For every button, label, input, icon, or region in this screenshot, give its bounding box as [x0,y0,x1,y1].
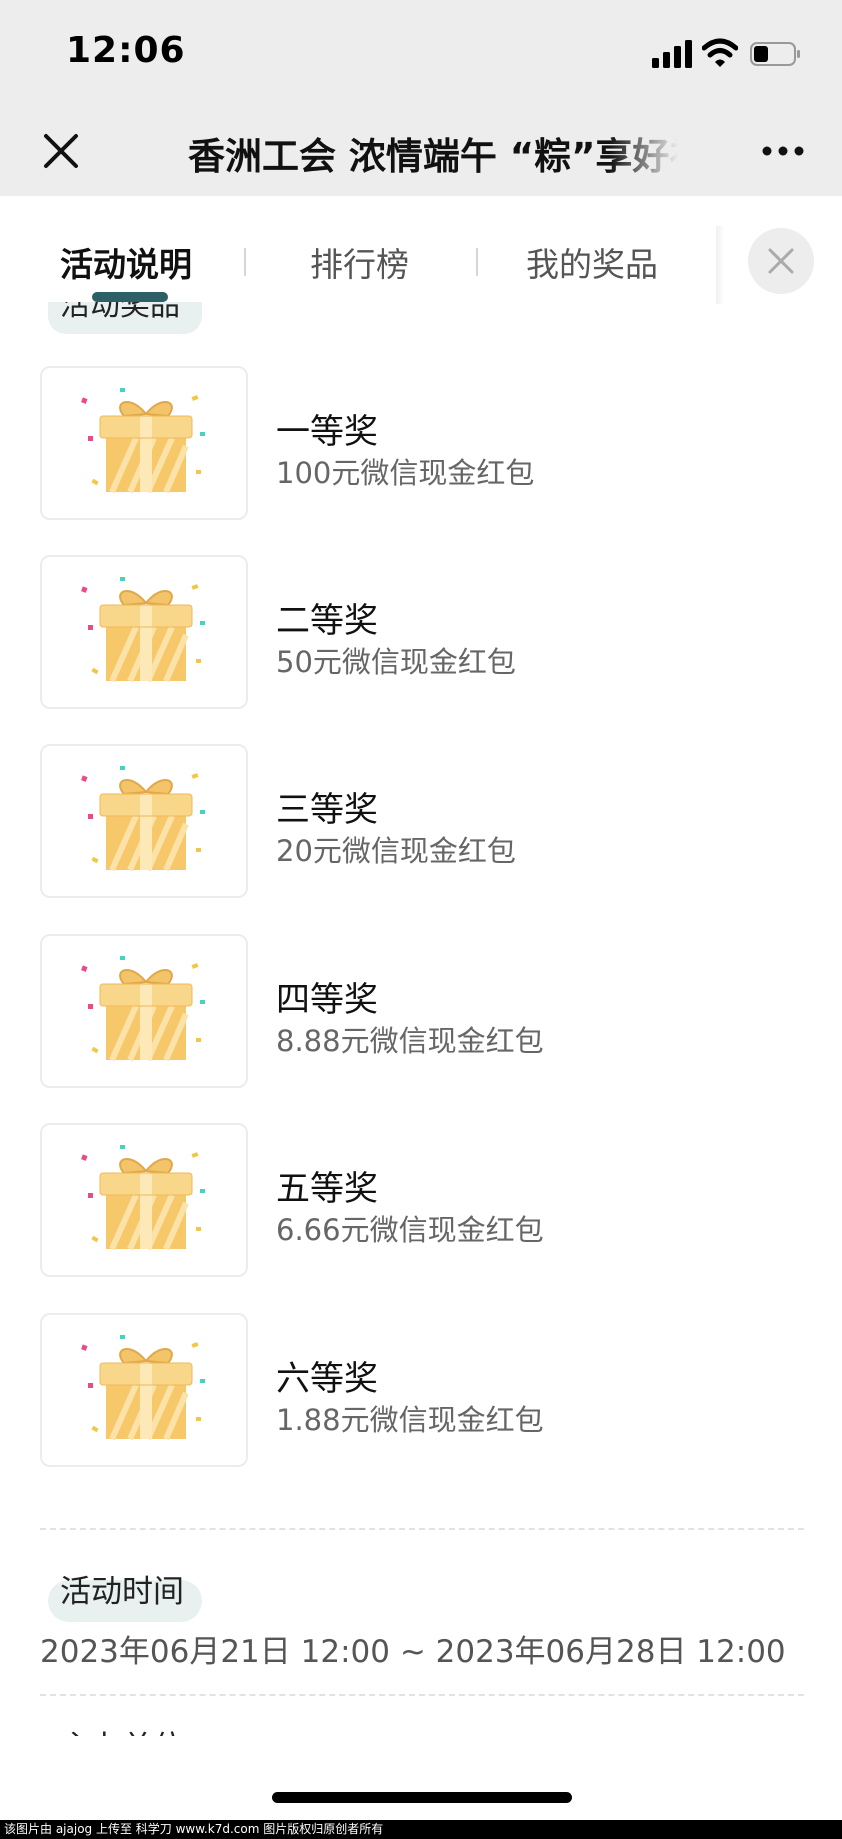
gift-box-icon [81,388,205,494]
tab-activity-description[interactable]: 活动说明 [60,238,192,286]
tab-separator [476,248,478,276]
dashed-divider [40,1694,804,1696]
time-section-title: 活动时间 [60,1574,184,1610]
prize-image [40,555,248,709]
gift-box-icon [81,1145,205,1251]
gift-box-icon [81,766,205,872]
wifi-icon [702,38,738,67]
panel-close-button[interactable] [748,228,814,294]
prize-name: 四等奖 [276,980,378,1020]
time-section-label: 活动时间 [48,1574,202,1622]
watermark-text: 该图片由 ajajog 上传至 科学刀 www.k7d.com 图片版权归原创者… [0,1820,842,1839]
prize-name: 一等奖 [276,412,378,452]
prize-item: 一等奖 100元微信现金红包 [40,366,840,522]
prize-item: 三等奖 20元微信现金红包 [40,744,840,900]
tab-my-prizes[interactable]: 我的奖品 [526,238,658,286]
prize-description: 100元微信现金红包 [276,456,535,490]
prize-image [40,744,248,898]
prize-name: 二等奖 [276,601,378,641]
battery-icon [750,42,800,66]
prize-name: 五等奖 [276,1169,378,1209]
prize-image [40,366,248,520]
home-indicator[interactable] [272,1792,572,1803]
close-icon [768,248,794,274]
organizer-section-title: 主办单位 [60,1722,260,1736]
prize-description: 50元微信现金红包 [276,645,516,679]
organizer-section-label: 主办单位 [60,1722,184,1736]
activity-time-range: 2023年06月21日 12:00 ~ 2023年06月28日 12:00 [40,1634,786,1670]
prize-description: 8.88元微信现金红包 [276,1024,544,1058]
prize-name: 六等奖 [276,1359,378,1399]
close-icon[interactable] [38,128,84,174]
prize-description: 20元微信现金红包 [276,834,516,868]
prize-image [40,934,248,1088]
prizes-section-title: 活动奖品 [60,302,180,323]
prize-description: 6.66元微信现金红包 [276,1213,544,1247]
prize-item: 四等奖 8.88元微信现金红包 [40,934,840,1090]
gift-box-icon [81,577,205,683]
gift-box-icon [81,1335,205,1441]
tab-scroll-shadow [716,226,724,304]
active-tab-indicator [92,292,168,302]
prize-item: 六等奖 1.88元微信现金红包 [40,1313,840,1469]
dashed-divider [40,1528,804,1530]
gift-box-icon [81,956,205,1062]
cellular-signal-icon [652,40,692,68]
tab-separator [244,248,246,276]
prize-image [40,1313,248,1467]
prizes-section-label: 活动奖品 [48,302,202,334]
prize-image [40,1123,248,1277]
more-options-icon[interactable] [760,136,806,166]
page-title: 香洲工会 浓情端午 “粽”享好礼 [188,135,678,176]
prize-description: 1.88元微信现金红包 [276,1403,544,1437]
status-time: 12:06 [66,30,186,71]
prize-name: 三等奖 [276,790,378,830]
tab-leaderboard[interactable]: 排行榜 [310,238,409,286]
prize-item: 二等奖 50元微信现金红包 [40,555,840,711]
prize-item: 五等奖 6.66元微信现金红包 [40,1123,840,1279]
